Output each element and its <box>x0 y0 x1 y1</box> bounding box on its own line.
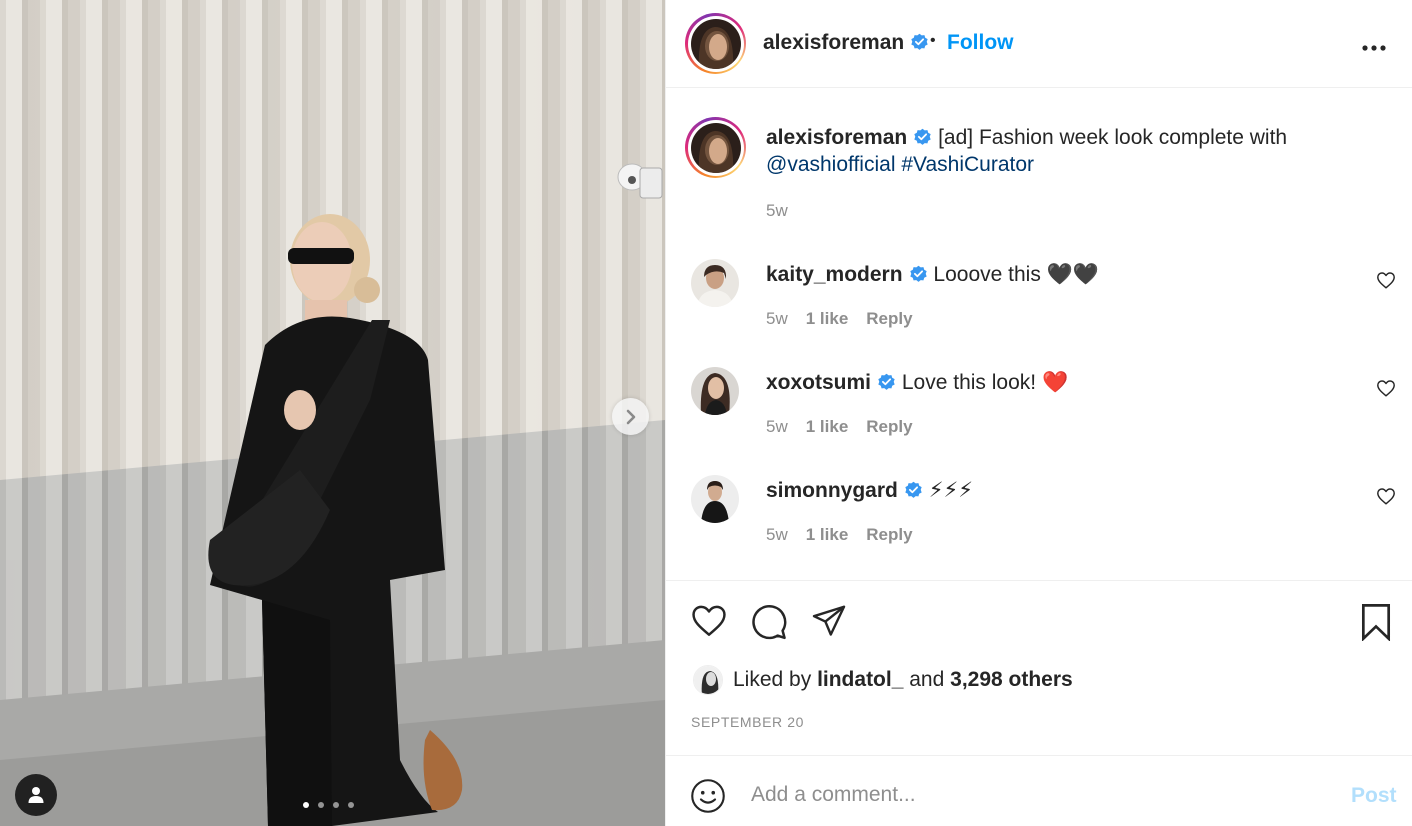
comment-likes-link[interactable]: 1 like <box>806 417 849 437</box>
follow-button[interactable]: Follow <box>947 31 1014 55</box>
comment-reply-button[interactable]: Reply <box>866 417 912 437</box>
avatar-image <box>694 666 722 694</box>
heart-icon <box>1377 272 1395 289</box>
liked-by-user-link[interactable]: lindatol_ <box>817 668 903 692</box>
post-date: SEPTEMBER 20 <box>691 714 805 730</box>
liked-by-label: Liked by <box>733 668 812 691</box>
heart-icon <box>692 605 726 636</box>
comments-section: alexisforeman [ad] Fashion week look com… <box>666 89 1412 580</box>
liked-by-joiner: and <box>909 668 945 691</box>
verified-badge-icon <box>909 265 927 282</box>
caption-username[interactable]: alexisforeman <box>766 126 907 149</box>
comment-like-button[interactable] <box>1376 271 1396 294</box>
comment-timestamp: 5w <box>766 525 788 544</box>
more-options-button[interactable] <box>1362 30 1386 58</box>
bookmark-icon <box>1361 604 1391 642</box>
separator-dot: • <box>930 32 936 49</box>
comment-text: Looove this 🖤🖤 <box>933 263 1099 286</box>
caption-hashtag-link[interactable]: #VashiCurator <box>901 153 1034 176</box>
commenter-avatar[interactable] <box>691 475 739 523</box>
comment-body: kaity_modern Looove this 🖤🖤 <box>766 261 1099 288</box>
share-button[interactable] <box>810 603 848 644</box>
avatar-image <box>690 18 741 69</box>
comment-button[interactable] <box>750 603 788 646</box>
paper-plane-icon <box>812 605 846 636</box>
verified-badge-icon <box>914 128 931 145</box>
caption-mention-link[interactable]: @vashiofficial <box>766 153 896 176</box>
tagged-users-button[interactable] <box>15 774 57 816</box>
carousel-dot <box>348 802 354 808</box>
comment-likes-link[interactable]: 1 like <box>806 525 849 545</box>
liker-avatar[interactable] <box>693 665 723 695</box>
avatar-image <box>691 475 739 523</box>
like-button[interactable] <box>690 603 728 642</box>
post-actions: Liked by lindatol_ and 3,298 others SEPT… <box>666 580 1412 755</box>
heart-icon <box>1377 488 1395 505</box>
caption-author-avatar[interactable] <box>685 117 746 178</box>
chevron-right-icon <box>626 409 635 424</box>
emoji-button[interactable] <box>690 778 726 819</box>
add-comment-bar: Post <box>666 755 1412 826</box>
liked-by-others-link[interactable]: 3,298 others <box>950 668 1073 692</box>
author-avatar[interactable] <box>685 13 746 74</box>
avatar-image <box>691 367 739 415</box>
comment-input[interactable] <box>751 780 1311 810</box>
emoji-smiley-icon <box>691 779 725 813</box>
heart-icon <box>1377 380 1395 397</box>
user-tag-icon <box>28 787 44 803</box>
comment-item: simonnygard ⚡⚡⚡ 5w 1 like Reply <box>666 475 1412 583</box>
carousel-dot <box>318 802 324 808</box>
fashion-photo-image <box>0 0 665 826</box>
comment-text: Love this look! ❤️ <box>901 371 1069 394</box>
avatar-image <box>691 259 739 307</box>
post-caption: alexisforeman [ad] Fashion week look com… <box>766 124 1326 178</box>
caption-timestamp: 5w <box>766 201 788 220</box>
comment-bubble-icon <box>752 605 787 640</box>
commenter-avatar[interactable] <box>691 367 739 415</box>
author-username[interactable]: alexisforeman <box>763 31 929 55</box>
comment-like-button[interactable] <box>1376 487 1396 510</box>
commenter-avatar[interactable] <box>691 259 739 307</box>
comment-item: xoxotsumi Love this look! ❤️ 5w 1 like R… <box>666 367 1412 475</box>
comment-reply-button[interactable]: Reply <box>866 525 912 545</box>
likes-summary: Liked by lindatol_ and 3,298 others <box>693 665 1073 695</box>
comment-meta: 5w 1 like Reply <box>766 309 931 329</box>
comment-username[interactable]: kaity_modern <box>766 263 903 286</box>
post-header: alexisforeman • Follow <box>666 0 1412 88</box>
post-photo[interactable] <box>0 0 665 826</box>
comment-body: simonnygard ⚡⚡⚡ <box>766 477 973 504</box>
carousel-dot-active <box>303 802 309 808</box>
save-button[interactable] <box>1359 603 1393 646</box>
verified-badge-icon <box>878 373 895 390</box>
carousel-indicator <box>303 802 354 808</box>
comment-item: kaity_modern Looove this 🖤🖤 5w 1 like Re… <box>666 259 1412 367</box>
comment-timestamp: 5w <box>766 309 788 328</box>
verified-badge-icon <box>911 33 928 50</box>
comment-meta: 5w 1 like Reply <box>766 525 931 545</box>
comment-likes-link[interactable]: 1 like <box>806 309 849 329</box>
post-comment-button[interactable]: Post <box>1351 784 1397 808</box>
comment-body: xoxotsumi Love this look! ❤️ <box>766 369 1068 396</box>
avatar-image <box>690 122 741 173</box>
caption-text: [ad] Fashion week look complete with <box>938 126 1288 149</box>
comment-meta: 5w 1 like Reply <box>766 417 931 437</box>
comment-username[interactable]: xoxotsumi <box>766 371 871 394</box>
author-username-text[interactable]: alexisforeman <box>763 31 904 54</box>
comment-timestamp: 5w <box>766 417 788 436</box>
carousel-dot <box>333 802 339 808</box>
comment-text: ⚡⚡⚡ <box>928 479 973 502</box>
verified-badge-icon <box>905 481 922 498</box>
comment-username[interactable]: simonnygard <box>766 479 898 502</box>
carousel-next-button[interactable] <box>612 398 649 435</box>
comment-reply-button[interactable]: Reply <box>866 309 912 329</box>
more-options-icon <box>1362 45 1386 51</box>
comment-like-button[interactable] <box>1376 379 1396 402</box>
post-detail-panel: alexisforeman • Follow alexisforeman [ad… <box>665 0 1412 826</box>
